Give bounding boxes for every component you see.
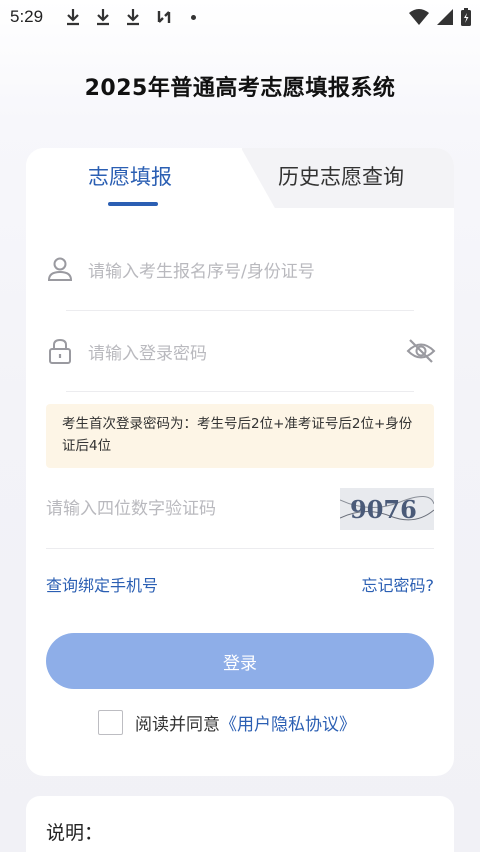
password-input[interactable]: 请输入登录密码 bbox=[88, 339, 207, 364]
divider bbox=[66, 391, 414, 392]
signal-icon bbox=[437, 9, 453, 25]
eye-off-icon[interactable] bbox=[406, 337, 436, 365]
captcha-image[interactable]: 9076 bbox=[340, 488, 434, 530]
download-icon bbox=[97, 9, 110, 26]
download-icon bbox=[127, 9, 140, 26]
download-icon bbox=[67, 9, 80, 26]
password-field[interactable]: 请输入登录密码 bbox=[46, 328, 436, 374]
battery-icon bbox=[461, 8, 471, 26]
status-bar: 5:29 bbox=[0, 0, 480, 34]
forgot-password-link[interactable]: 忘记密码? bbox=[362, 572, 435, 596]
sync-icon bbox=[157, 11, 171, 23]
id-field[interactable]: 请输入考生报名序号/身份证号 bbox=[46, 246, 436, 292]
agree-checkbox[interactable] bbox=[98, 710, 123, 735]
agreement-row: 阅读并同意 《用户隐私协议》 bbox=[98, 710, 356, 735]
description-title: 说明： bbox=[46, 822, 104, 844]
bind-phone-link[interactable]: 查询绑定手机号 bbox=[46, 572, 158, 596]
description-card: 说明： bbox=[26, 796, 454, 852]
password-notice: 考生首次登录密码为：考生号后2位+准考证号后2位+身份证后4位 bbox=[46, 404, 434, 468]
tab-volunteer-fill[interactable]: 志愿填报 bbox=[88, 162, 172, 192]
id-input[interactable]: 请输入考生报名序号/身份证号 bbox=[88, 257, 315, 282]
app-title: 2025年普通高考志愿填报系统 bbox=[84, 76, 396, 101]
lock-icon bbox=[49, 338, 71, 364]
captcha-graphic: 9076 bbox=[340, 495, 434, 524]
user-icon bbox=[47, 257, 73, 281]
login-card: 志愿填报 历史志愿查询 请输入考生报名序号/身份证号 请输入登录密码 考生首次登… bbox=[26, 148, 454, 776]
status-time: 5:29 bbox=[10, 7, 44, 26]
captcha-input[interactable]: 请输入四位数字验证码 bbox=[46, 494, 216, 519]
active-tab-indicator bbox=[108, 202, 158, 206]
privacy-policy-link[interactable]: 《用户隐私协议》 bbox=[220, 710, 356, 735]
wifi-icon bbox=[409, 9, 429, 25]
agreement-prefix: 阅读并同意 bbox=[135, 715, 220, 735]
login-button[interactable]: 登录 bbox=[46, 633, 434, 689]
divider bbox=[66, 310, 414, 311]
dot-icon bbox=[191, 14, 197, 20]
captcha-text: 9076 bbox=[350, 495, 417, 524]
divider bbox=[46, 548, 434, 549]
tab-history-query[interactable]: 历史志愿查询 bbox=[278, 162, 404, 192]
